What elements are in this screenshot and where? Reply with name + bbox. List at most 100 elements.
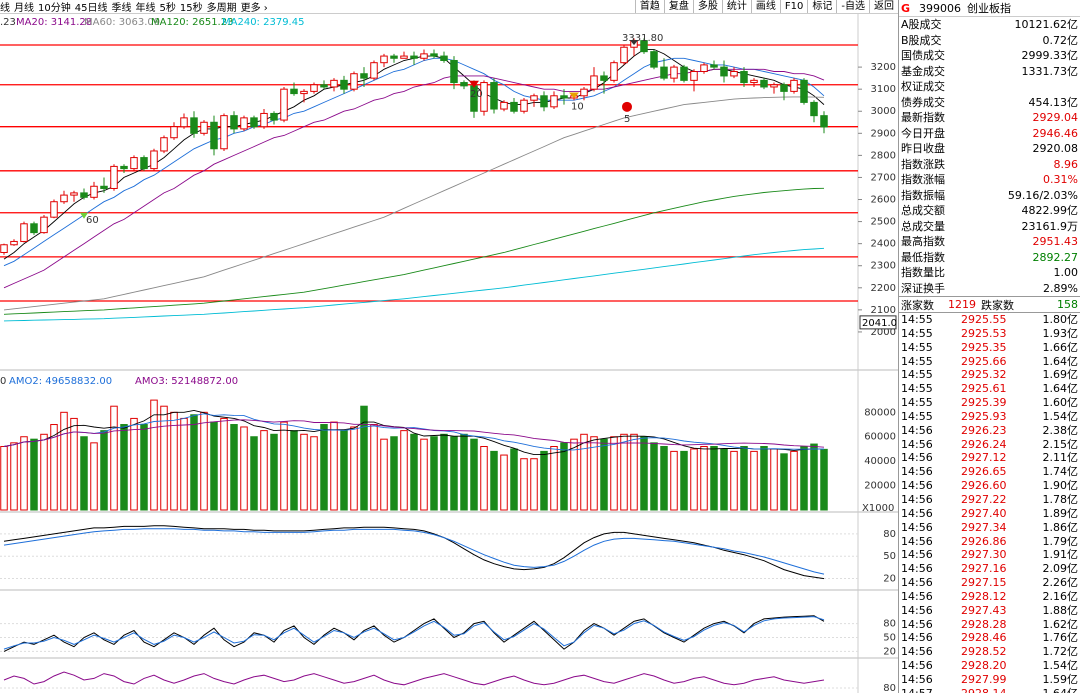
tick-vol: 1.78亿 <box>1042 492 1079 506</box>
tick-time: 14:55 <box>901 326 933 340</box>
candle-body <box>200 121 208 134</box>
tool-button[interactable]: 标记 <box>807 0 836 13</box>
y-tick-label: 2800 <box>871 150 896 161</box>
tick-time: 14:55 <box>901 354 933 368</box>
period-list: 线月线 10分钟 45日线 季线 年线 5秒 15秒 多周期 更多 › <box>0 0 272 13</box>
candle-body <box>360 73 368 79</box>
period-tab[interactable]: 月线 <box>14 0 38 13</box>
ma-line-ma60 <box>3 96 825 311</box>
period-tab[interactable]: 年线 <box>135 0 159 13</box>
volume-bar <box>130 417 138 511</box>
tool-button[interactable]: -自选 <box>836 0 869 13</box>
ma-line-ma10 <box>3 57 825 267</box>
advance-decline: 涨家数 1219 跌家数 158 <box>899 296 1080 313</box>
stat-row: 指数量比 1.00 <box>899 265 1080 281</box>
tick-price: 2927.34 <box>961 520 1007 534</box>
stat-value: 2951.43 <box>1032 235 1079 249</box>
tool-button[interactable]: 画线 <box>750 0 780 13</box>
period-tab[interactable]: 季线 <box>111 0 135 13</box>
period-tab[interactable]: 线 <box>0 0 14 13</box>
candle-body <box>560 95 568 99</box>
volume-bar <box>100 430 108 511</box>
volume-bar <box>230 424 238 511</box>
volume-bar <box>200 411 208 511</box>
volume-bar <box>60 411 68 511</box>
volume-bar <box>270 433 278 511</box>
period-tab[interactable]: 45日线 <box>75 0 112 13</box>
candle-body <box>500 101 508 110</box>
stat-label: 债券成交 <box>901 95 945 109</box>
tick-vol: 1.59亿 <box>1042 672 1079 686</box>
advance-label: 涨家数 <box>901 298 934 312</box>
indicator-line <box>3 615 825 652</box>
period-tab[interactable]: 5秒 <box>159 0 179 13</box>
stat-value: 2929.04 <box>1032 111 1079 125</box>
chart-area[interactable]: .23 MA20: 3141.28MA60: 3063.09MA120: 2651… <box>0 14 898 693</box>
tick-vol: 2.38亿 <box>1042 423 1079 437</box>
tick-time: 14:56 <box>901 659 933 673</box>
stat-row: 债券成交 454.13亿 <box>899 95 1080 111</box>
tick-price: 2927.15 <box>961 576 1007 590</box>
stat-label: 指数振幅 <box>901 188 945 202</box>
volume-bar <box>400 430 408 511</box>
period-tab[interactable]: 更多 › <box>241 0 272 13</box>
tool-button[interactable]: 多股 <box>692 0 722 13</box>
indicator-line <box>3 528 825 575</box>
tool-button[interactable]: 统计 <box>721 0 751 13</box>
y-tick-label: 2200 <box>871 283 896 294</box>
volume-bar <box>700 446 708 511</box>
period-tab[interactable]: 10分钟 <box>38 0 75 13</box>
candle-body <box>440 55 448 61</box>
ma20-legend: MA20: 3141.28 <box>16 17 92 28</box>
stat-row: 今日开盘 2946.46 <box>899 126 1080 142</box>
tool-button[interactable]: F10 <box>779 0 807 13</box>
candle-body <box>520 99 528 112</box>
stat-value: 2999.33亿 <box>1021 49 1079 63</box>
amo2-legend: AMO2: 49658832.00 <box>9 376 112 387</box>
ma60-legend: MA60: 3063.09 <box>84 17 160 28</box>
tool-button[interactable]: 返回 <box>869 0 898 13</box>
decline-count: 158 <box>1057 298 1078 311</box>
candle-body <box>250 117 258 128</box>
tick-vol: 2.09亿 <box>1042 562 1079 576</box>
stat-value: 10121.62亿 <box>1014 18 1079 32</box>
tick-time: 14:56 <box>901 492 933 506</box>
volume-bar <box>750 450 758 511</box>
tick-list[interactable]: 14:55 2925.55 1.80亿 14:55 2925.53 1.93亿 14:55 2… <box>899 313 1080 693</box>
candle-body <box>510 101 518 112</box>
tick-vol: 2.11亿 <box>1042 451 1079 465</box>
volume-bar <box>640 436 648 511</box>
stat-value: 1331.73亿 <box>1021 64 1079 78</box>
stat-row: A股成交 10121.62亿 <box>899 17 1080 33</box>
quote-panel: G 399006 创业板指 A股成交 10121.62亿 B股成交 0.72亿 国债成交… <box>898 0 1080 693</box>
stat-label: 最高指数 <box>901 235 945 249</box>
volume-bar <box>120 424 128 511</box>
indicator-tick-label: 80 <box>883 529 896 540</box>
tick-time: 14:56 <box>901 631 933 645</box>
tool-button[interactable]: 复盘 <box>663 0 693 13</box>
candle-body <box>40 216 48 234</box>
tick-vol: 1.62亿 <box>1042 617 1079 631</box>
period-tab[interactable]: 多周期 <box>207 0 241 13</box>
stat-label: 基金成交 <box>901 64 945 78</box>
candle-body <box>90 185 98 198</box>
candle-body <box>820 115 828 128</box>
tool-button[interactable]: 首趋 <box>634 0 664 13</box>
volume-bar <box>420 438 428 511</box>
indicator-tick-label: 50 <box>883 632 896 643</box>
tick-row: 14:55 2925.55 1.80亿 <box>899 313 1080 327</box>
candle-body <box>800 79 808 103</box>
tick-vol: 2.16亿 <box>1042 589 1079 603</box>
tick-vol: 1.86亿 <box>1042 520 1079 534</box>
tool-buttons: 首趋 复盘 多股 统计 画线 F10 标记 -自选 返回 <box>634 0 898 13</box>
volume-bar <box>740 446 748 511</box>
candle-body <box>740 71 748 84</box>
tick-time: 14:56 <box>901 589 933 603</box>
tick-vol: 1.80亿 <box>1042 313 1079 326</box>
tick-row: 14:55 2925.66 1.64亿 <box>899 355 1080 369</box>
stat-value: 2.89% <box>1043 281 1078 295</box>
indicator-tick-label: 50 <box>883 551 896 562</box>
period-tab[interactable]: 15秒 <box>180 0 207 13</box>
candle-body <box>810 101 818 117</box>
tick-time: 14:56 <box>901 479 933 493</box>
